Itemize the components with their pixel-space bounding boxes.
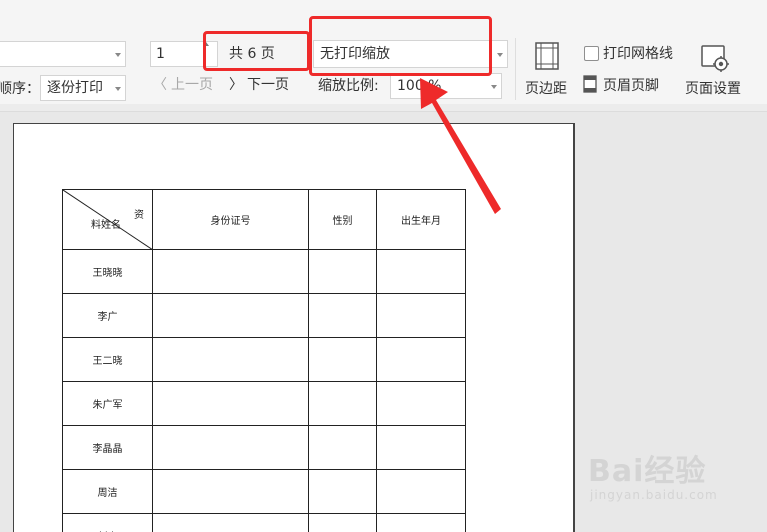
print-order-select[interactable]: 逐份打印 xyxy=(40,75,126,101)
header-footer-icon xyxy=(583,75,597,97)
empty-cell xyxy=(152,249,309,294)
empty-cell xyxy=(308,513,377,532)
table-row: 刘小 xyxy=(62,513,466,532)
diagonal-header-cell: 资 料姓名 xyxy=(62,189,153,250)
empty-cell xyxy=(308,249,377,294)
empty-cell xyxy=(152,425,309,470)
zoom-label: 缩放比例: xyxy=(318,78,379,94)
empty-cell xyxy=(308,381,377,426)
zoom-select[interactable]: 100 % xyxy=(390,73,502,99)
empty-cell xyxy=(376,337,466,382)
header-cell: 出生年月 xyxy=(376,189,466,250)
scale-mode-highlight xyxy=(309,16,492,76)
printer-select[interactable] xyxy=(0,41,126,67)
separator xyxy=(515,38,516,100)
name-cell: 王二晓 xyxy=(62,337,153,382)
empty-cell xyxy=(152,513,309,532)
table-row: 李晶晶 xyxy=(62,425,466,470)
margins-button[interactable]: 页边距 xyxy=(522,40,574,102)
empty-cell xyxy=(152,337,309,382)
name-cell: 周洁 xyxy=(62,469,153,514)
chevron-down-icon xyxy=(115,53,121,57)
diag-bottom-label: 料姓名 xyxy=(91,220,121,231)
total-pages-highlight xyxy=(203,31,310,71)
baidu-jingyan-watermark: Bai经验 jingyan.baidu.com xyxy=(588,446,718,502)
header-cell: 性别 xyxy=(308,189,377,250)
page-number-value: 1 xyxy=(156,46,165,62)
header-footer-button[interactable]: 页眉页脚 xyxy=(603,76,659,96)
chevron-left-icon: 〈 xyxy=(153,77,167,93)
table-row: 朱广军 xyxy=(62,381,466,426)
chevron-down-icon xyxy=(497,53,503,57)
table-row: 王晓晓 xyxy=(62,249,466,294)
header-cell: 身份证号 xyxy=(152,189,309,250)
diag-top-label: 资 xyxy=(134,210,144,221)
empty-cell xyxy=(376,469,466,514)
empty-cell xyxy=(376,425,466,470)
empty-cell xyxy=(152,381,309,426)
data-sheet: 资 料姓名 身份证号 性别 出生年月 王晓晓 李广 王二晓 朱广军 李晶晶 周洁… xyxy=(62,189,466,532)
margins-icon xyxy=(535,42,559,74)
chevron-down-icon xyxy=(491,85,497,89)
table-row: 周洁 xyxy=(62,469,466,514)
empty-cell xyxy=(308,293,377,338)
table-row: 李广 xyxy=(62,293,466,338)
empty-cell xyxy=(376,381,466,426)
name-cell: 王晓晓 xyxy=(62,249,153,294)
name-cell: 刘小 xyxy=(62,513,153,532)
print-order-label: 顺序： xyxy=(0,81,40,97)
page-setup-label: 页面设置 xyxy=(685,81,741,97)
empty-cell xyxy=(376,513,466,532)
prev-page-button[interactable]: 〈上一页 xyxy=(153,75,213,95)
next-page-button[interactable]: 〉下一页 xyxy=(229,75,289,95)
empty-cell xyxy=(308,337,377,382)
watermark-url: jingyan.baidu.com xyxy=(590,488,718,502)
chevron-right-icon: 〉 xyxy=(229,77,243,93)
zoom-value: 100 % xyxy=(397,78,442,94)
table-header-row: 资 料姓名 身份证号 性别 出生年月 xyxy=(62,189,466,250)
empty-cell xyxy=(308,425,377,470)
name-cell: 李晶晶 xyxy=(62,425,153,470)
empty-cell xyxy=(308,469,377,514)
margins-label: 页边距 xyxy=(525,81,567,97)
watermark-brand: Bai经验 xyxy=(588,454,707,489)
empty-cell xyxy=(152,469,309,514)
print-gridlines-checkbox[interactable] xyxy=(584,46,599,61)
empty-cell xyxy=(376,293,466,338)
name-cell: 李广 xyxy=(62,293,153,338)
name-cell: 朱广军 xyxy=(62,381,153,426)
page-setup-icon xyxy=(701,44,731,76)
page-setup-button[interactable]: 页面设置 xyxy=(682,40,748,102)
chevron-down-icon xyxy=(115,87,121,91)
print-order-value: 逐份打印 xyxy=(47,80,103,96)
empty-cell xyxy=(376,249,466,294)
empty-cell xyxy=(152,293,309,338)
print-gridlines-label[interactable]: 打印网格线 xyxy=(603,44,673,64)
ribbon-bottom-edge xyxy=(0,104,767,111)
table-row: 王二晓 xyxy=(62,337,466,382)
